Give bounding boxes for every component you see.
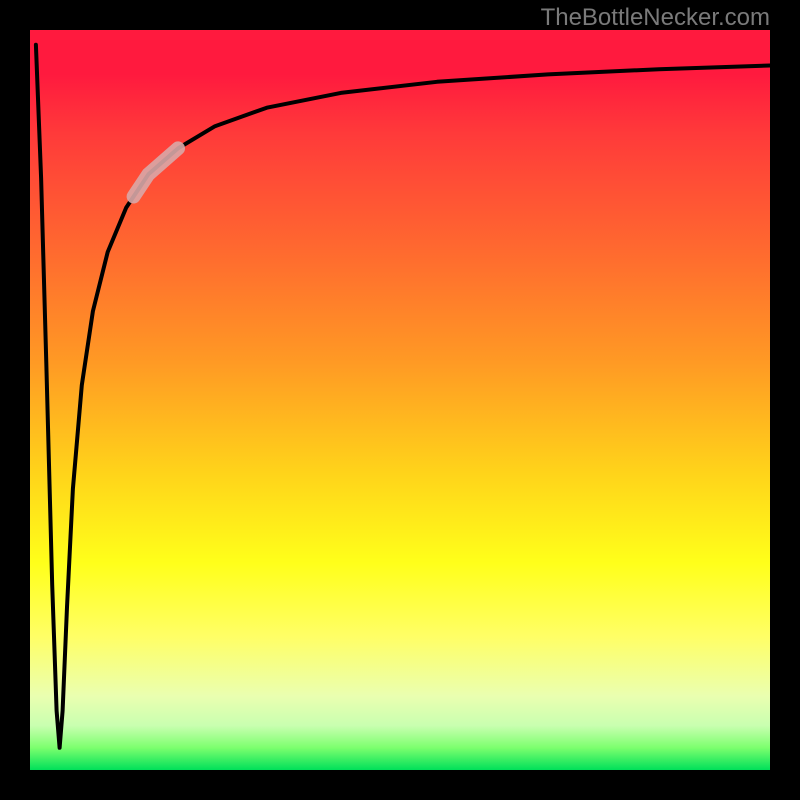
chart-frame: TheBottleNecker.com — [0, 0, 800, 800]
attribution-text: TheBottleNecker.com — [541, 4, 770, 32]
curve-highlight-segment — [134, 148, 178, 196]
curve-layer — [30, 30, 770, 770]
bottleneck-curve — [36, 45, 770, 748]
plot-area — [30, 30, 770, 770]
